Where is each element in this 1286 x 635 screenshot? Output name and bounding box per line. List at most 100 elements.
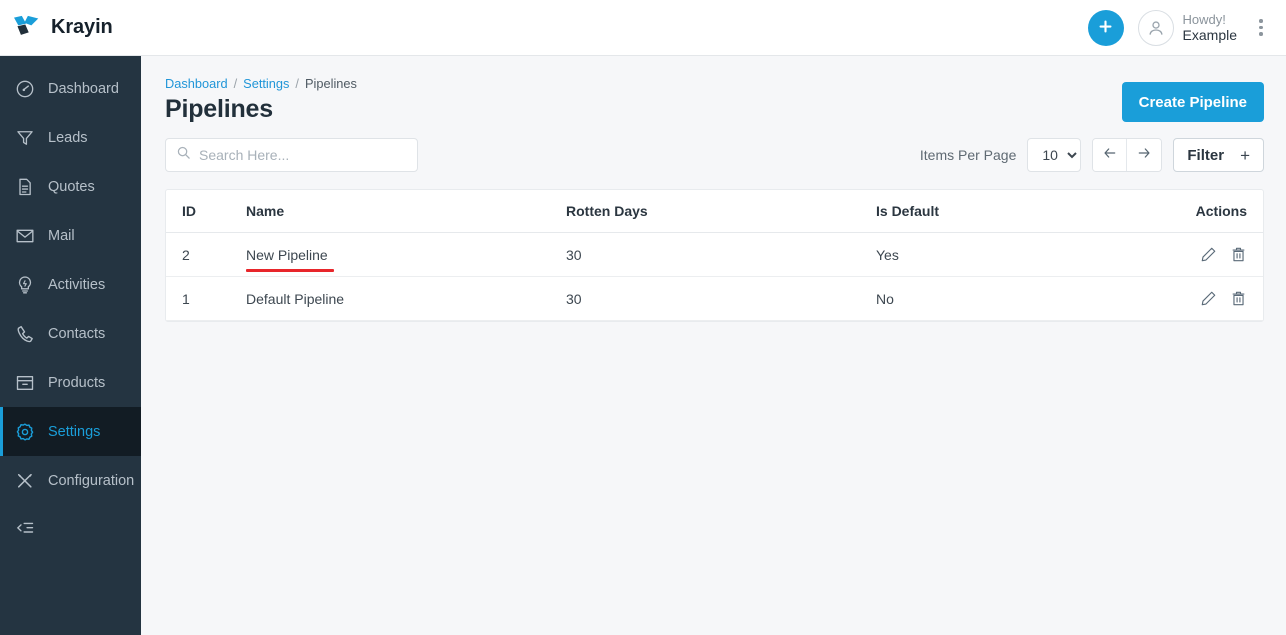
brand-name: Krayin: [51, 16, 113, 38]
arrow-left-icon: [1102, 145, 1118, 165]
plus-icon: [1097, 18, 1114, 38]
items-per-page-label: Items Per Page: [919, 147, 1017, 163]
sidebar-label: Leads: [48, 129, 88, 146]
column-header-name[interactable]: Name: [246, 190, 566, 233]
cell-actions: [1143, 232, 1263, 277]
pipelines-table: ID Name Rotten Days Is Default Actions 2: [166, 190, 1263, 321]
sidebar-item-configuration[interactable]: Configuration: [0, 456, 141, 505]
app-root: Krayin Howdy! Example Dashboard Leads Qu…: [0, 0, 1286, 635]
phone-icon: [14, 323, 35, 344]
sidebar-item-settings[interactable]: Settings: [0, 407, 141, 456]
table-head: ID Name Rotten Days Is Default Actions: [166, 190, 1263, 233]
search-input[interactable]: [199, 147, 407, 163]
sidebar-label: Configuration: [48, 472, 135, 489]
page-header: Pipelines Create Pipeline: [165, 82, 1264, 124]
arrow-right-icon: [1136, 145, 1152, 165]
gear-icon: [14, 421, 35, 442]
sidebar-item-dashboard[interactable]: Dashboard: [0, 64, 141, 113]
trash-icon[interactable]: [1230, 290, 1247, 307]
sidebar-item-leads[interactable]: Leads: [0, 113, 141, 162]
sidebar-label: Quotes: [48, 178, 95, 195]
previous-page-button[interactable]: [1093, 139, 1128, 171]
main-content: Dashboard / Settings / Pipelines Pipelin…: [141, 56, 1286, 635]
table-header-row: ID Name Rotten Days Is Default Actions: [166, 190, 1263, 233]
sidebar-label: Contacts: [48, 325, 106, 342]
cell-id: 1: [166, 276, 246, 321]
column-header-is-default[interactable]: Is Default: [876, 190, 1143, 233]
next-page-button[interactable]: [1127, 139, 1162, 171]
page-title: Pipelines: [165, 95, 273, 123]
sidebar-label: Settings: [48, 423, 101, 440]
sidebar-label: Mail: [48, 227, 75, 244]
breadcrumb-separator: /: [295, 76, 299, 91]
add-new-button[interactable]: [1087, 9, 1124, 46]
archive-icon: [14, 372, 35, 393]
toolbar-right: Items Per Page 10 Filter +: [920, 138, 1264, 172]
pipelines-table-card: ID Name Rotten Days Is Default Actions 2: [165, 189, 1264, 322]
gauge-icon: [14, 78, 35, 99]
sidebar-item-activities[interactable]: Activities: [0, 260, 141, 309]
cell-rotten-days: 30: [566, 276, 876, 321]
column-header-actions: Actions: [1143, 190, 1263, 233]
krayin-diamond-logo-icon: [12, 15, 42, 41]
cell-is-default: No: [876, 276, 1143, 321]
cell-id: 2: [166, 232, 246, 277]
pagination-controls: [1092, 138, 1163, 172]
sidebar-item-contacts[interactable]: Contacts: [0, 309, 141, 358]
document-icon: [14, 176, 35, 197]
user-avatar-icon: [1137, 9, 1174, 46]
filter-label: Filter: [1187, 146, 1225, 164]
cell-rotten-days: 30: [566, 232, 876, 277]
search-box[interactable]: [165, 138, 418, 172]
lightbulb-icon: [14, 274, 35, 295]
row-actions: [1143, 246, 1247, 263]
user-greeting-block: Howdy! Example: [1183, 12, 1237, 44]
username-text: Example: [1182, 26, 1237, 43]
table-row[interactable]: 2 New Pipeline 30 Yes: [166, 232, 1263, 277]
funnel-icon: [14, 127, 35, 148]
envelope-icon: [14, 225, 35, 246]
header-right-cluster: Howdy! Example: [1087, 9, 1272, 46]
table-body: 2 New Pipeline 30 Yes 1 Default Pipeline…: [166, 232, 1263, 321]
cell-is-default: Yes: [876, 232, 1143, 277]
collapse-sidebar-icon: [14, 517, 35, 538]
row-actions: [1143, 290, 1247, 307]
column-header-rotten-days[interactable]: Rotten Days: [566, 190, 876, 233]
pipeline-name-annotated: New Pipeline: [246, 246, 334, 272]
breadcrumb-current: Pipelines: [304, 76, 357, 91]
breadcrumb: Dashboard / Settings / Pipelines: [165, 76, 1264, 91]
red-underline-annotation: [246, 268, 334, 272]
filter-button[interactable]: Filter +: [1173, 138, 1264, 172]
vertical-dots-icon[interactable]: [1252, 11, 1270, 45]
greeting-text: Howdy!: [1182, 11, 1226, 27]
pipeline-name-text: New Pipeline: [246, 246, 328, 263]
breadcrumb-settings[interactable]: Settings: [243, 76, 289, 91]
items-per-page-select[interactable]: 10: [1027, 138, 1082, 172]
cell-name: Default Pipeline: [246, 276, 566, 321]
brand-logo-area[interactable]: Krayin: [0, 0, 141, 55]
table-row[interactable]: 1 Default Pipeline 30 No: [166, 276, 1263, 321]
sidebar-label: Dashboard: [48, 80, 119, 97]
tools-cross-icon: [14, 470, 35, 491]
search-icon: [176, 145, 191, 165]
sidebar-item-mail[interactable]: Mail: [0, 211, 141, 260]
user-menu[interactable]: Howdy! Example: [1137, 9, 1237, 46]
sidebar-item-products[interactable]: Products: [0, 358, 141, 407]
pencil-icon[interactable]: [1200, 290, 1217, 307]
cell-actions: [1143, 276, 1263, 321]
trash-icon[interactable]: [1230, 246, 1247, 263]
sidebar-item-quotes[interactable]: Quotes: [0, 162, 141, 211]
create-pipeline-button[interactable]: Create Pipeline: [1121, 82, 1264, 122]
sidebar-label: Products: [48, 374, 106, 391]
body-wrapper: Dashboard Leads Quotes Mail Activities C…: [0, 56, 1286, 635]
cell-name: New Pipeline: [246, 232, 566, 277]
filter-plus-icon: +: [1240, 145, 1250, 165]
breadcrumb-dashboard[interactable]: Dashboard: [165, 76, 228, 91]
table-toolbar: Items Per Page 10: [165, 138, 1264, 172]
sidebar-collapse-toggle[interactable]: [0, 505, 141, 550]
column-header-id[interactable]: ID: [166, 190, 246, 233]
sidebar-label: Activities: [48, 276, 106, 293]
pencil-icon[interactable]: [1200, 246, 1217, 263]
sidebar-nav: Dashboard Leads Quotes Mail Activities C…: [0, 56, 141, 635]
top-header-bar: Krayin Howdy! Example: [0, 0, 1286, 56]
